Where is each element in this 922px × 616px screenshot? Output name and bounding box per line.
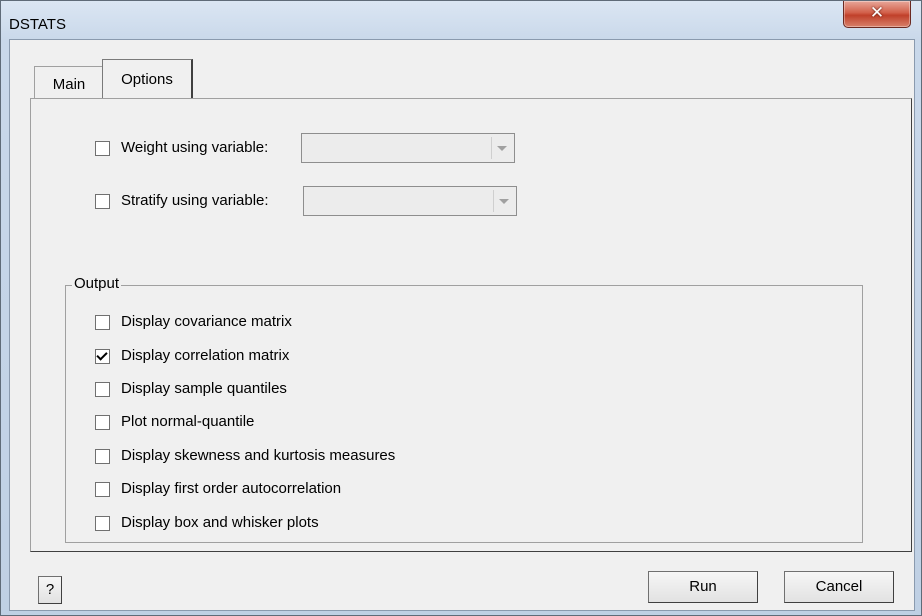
weight-variable-select[interactable] — [301, 133, 515, 163]
output-group-title: Output — [72, 275, 122, 292]
box-whisker-label: Display box and whisker plots — [121, 514, 319, 531]
normal-quantile-checkbox[interactable] — [95, 415, 110, 430]
skewness-checkbox[interactable] — [95, 449, 110, 464]
covariance-label: Display covariance matrix — [121, 313, 292, 330]
stratify-checkbox[interactable] — [95, 194, 110, 209]
tab-main[interactable]: Main — [34, 66, 104, 99]
correlation-label: Display correlation matrix — [121, 347, 290, 364]
box-whisker-checkbox[interactable] — [95, 516, 110, 531]
autocorrelation-checkbox[interactable] — [95, 482, 110, 497]
tab-main-label: Main — [52, 76, 86, 93]
autocorrelation-label: Display first order autocorrelation — [121, 480, 342, 497]
correlation-checkbox[interactable] — [95, 349, 110, 364]
quantiles-checkbox[interactable] — [95, 382, 110, 397]
window-title: DSTATS — [9, 16, 66, 33]
dialog-window: DSTATS ✕ Main Options Weight using varia… — [0, 0, 922, 616]
stratify-variable-select[interactable] — [303, 186, 517, 216]
options-panel: Weight using variable: Stratify using va… — [30, 98, 912, 552]
cancel-button[interactable]: Cancel — [784, 571, 894, 603]
chevron-down-icon[interactable] — [491, 137, 512, 159]
weight-label: Weight using variable: — [121, 139, 269, 156]
weight-checkbox[interactable] — [95, 141, 110, 156]
help-button[interactable]: ? — [38, 576, 62, 604]
skewness-label: Display skewness and kurtosis measures — [121, 447, 396, 464]
close-icon: ✕ — [869, 3, 885, 22]
dialog-client-area: Main Options Weight using variable: Stra… — [9, 39, 915, 611]
tab-options-label: Options — [121, 71, 173, 88]
close-button[interactable]: ✕ — [843, 1, 911, 28]
output-groupbox: Output Display covariance matrix Display… — [65, 275, 863, 543]
covariance-checkbox[interactable] — [95, 315, 110, 330]
run-button[interactable]: Run — [648, 571, 758, 603]
normal-quantile-label: Plot normal-quantile — [121, 413, 255, 430]
tab-options[interactable]: Options — [102, 59, 193, 98]
chevron-down-icon[interactable] — [493, 190, 514, 212]
stratify-label: Stratify using variable: — [121, 192, 269, 209]
title-bar[interactable]: DSTATS ✕ — [1, 1, 921, 37]
quantiles-label: Display sample quantiles — [121, 380, 287, 397]
